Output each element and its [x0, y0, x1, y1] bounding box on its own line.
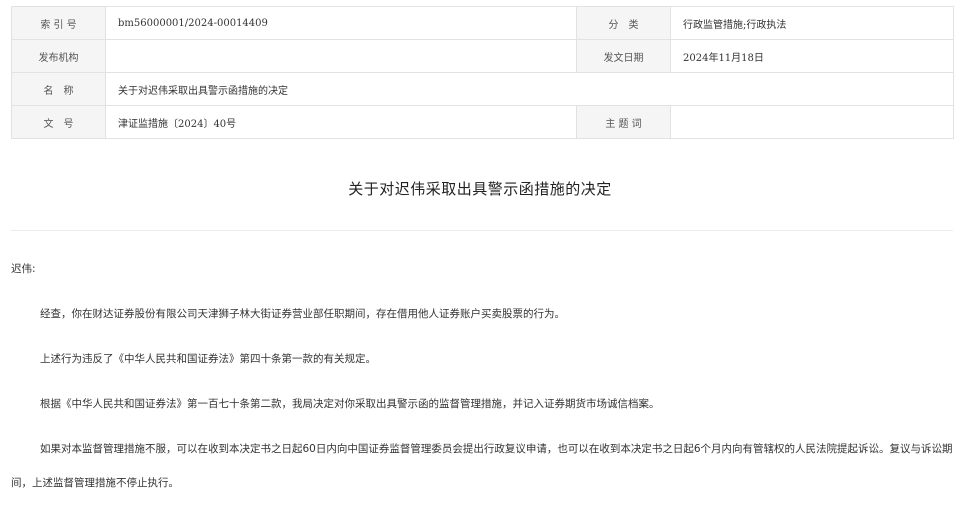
salutation: 迟伟:: [11, 263, 36, 275]
index-label: 索 引 号: [11, 6, 106, 40]
body-paragraph: 如果对本监督管理措施不服，可以在收到本决定书之日起60日内向中国证券监督管理委员…: [11, 443, 953, 489]
issuer-value: [105, 39, 577, 73]
document-title: 关于对迟伟采取出具警示函措施的决定: [348, 180, 612, 198]
date-label: 发文日期: [576, 39, 671, 73]
date-value: 2024年11月18日: [670, 39, 954, 73]
index-value: bm56000001/2024-00014409: [105, 6, 577, 40]
metadata-row-docno: 文 号 津证监措施〔2024〕40号 主 题 词: [11, 105, 954, 139]
keywords-label: 主 题 词: [576, 105, 671, 139]
name-label: 名 称: [11, 72, 106, 106]
document-body: 迟伟: 经查，你在财达证券股份有限公司天津狮子林大街证券营业部任职期间，存在借用…: [11, 258, 955, 500]
body-paragraph: 经查，你在财达证券股份有限公司天津狮子林大街证券营业部任职期间，存在借用他人证券…: [40, 308, 565, 320]
metadata-row-index: 索 引 号 bm56000001/2024-00014409 分 类 行政监管措…: [11, 6, 954, 40]
keywords-value: [670, 105, 954, 139]
document-metadata-table: 索 引 号 bm56000001/2024-00014409 分 类 行政监管措…: [11, 6, 954, 139]
docno-value: 津证监措施〔2024〕40号: [105, 105, 577, 139]
body-paragraph: 根据《中华人民共和国证券法》第一百七十条第二款，我局决定对你采取出具警示函的监督…: [40, 398, 660, 410]
name-value: 关于对迟伟采取出具警示函措施的决定: [105, 72, 954, 106]
docno-label: 文 号: [11, 105, 106, 139]
category-label: 分 类: [576, 6, 671, 40]
title-divider: [11, 230, 953, 231]
issuer-label: 发布机构: [11, 39, 106, 73]
metadata-row-issuer: 发布机构 发文日期 2024年11月18日: [11, 39, 954, 73]
metadata-row-name: 名 称 关于对迟伟采取出具警示函措施的决定: [11, 72, 954, 106]
category-value: 行政监管措施;行政执法: [670, 6, 954, 40]
body-paragraph: 上述行为违反了《中华人民共和国证券法》第四十条第一款的有关规定。: [40, 353, 376, 365]
